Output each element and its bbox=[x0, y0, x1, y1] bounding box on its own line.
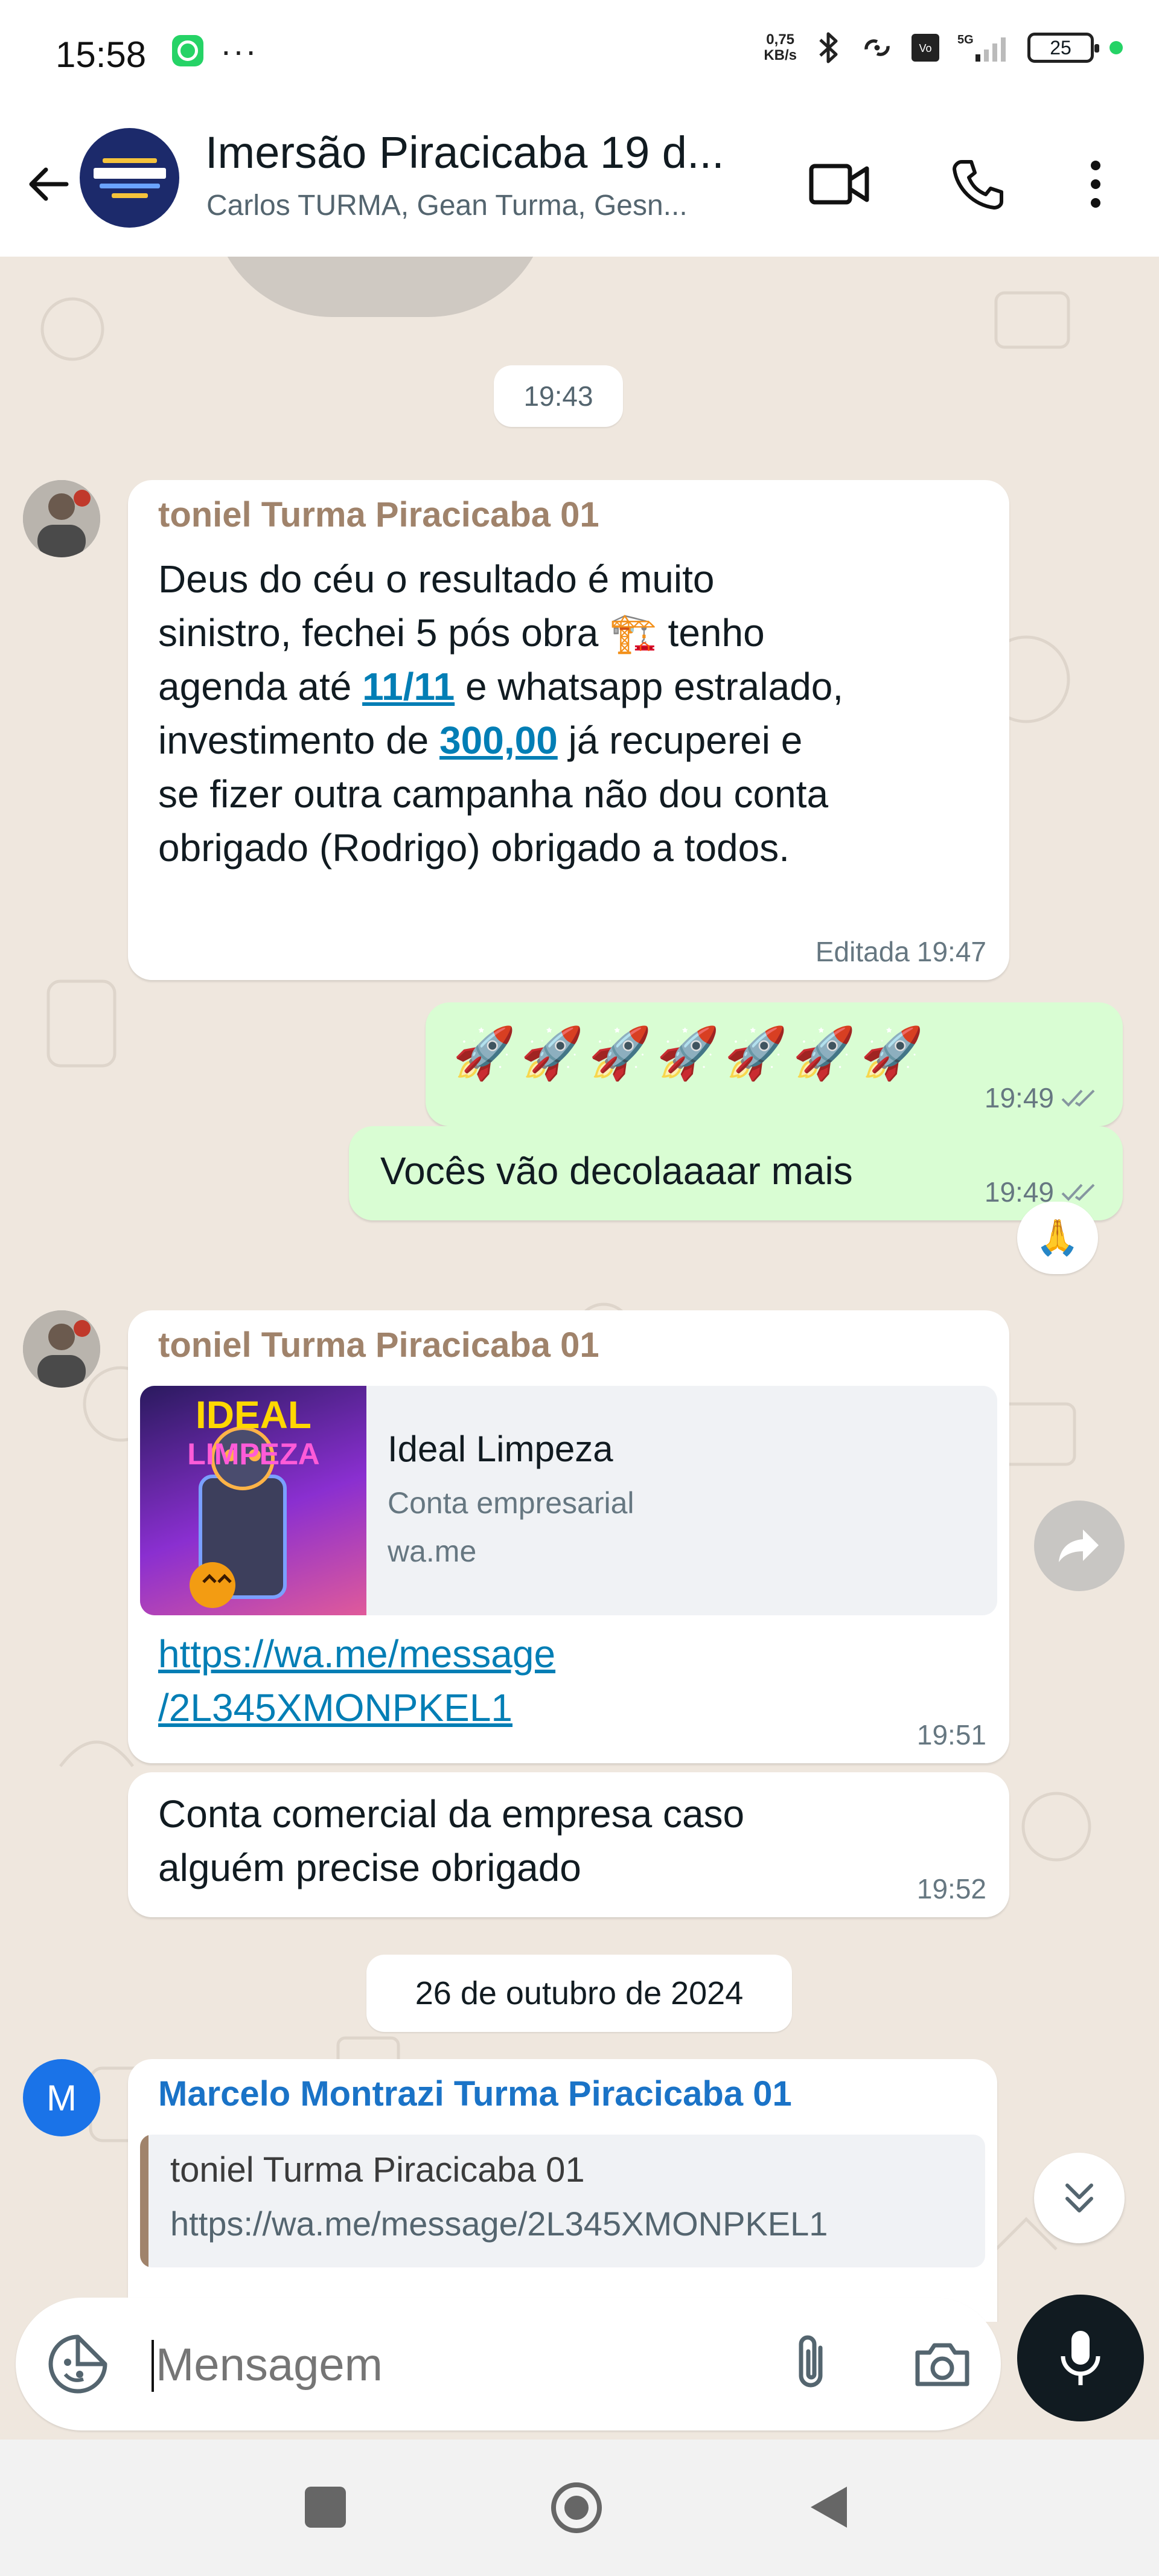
construction-emoji: 🏗️ bbox=[609, 611, 657, 655]
more-dots-icon: ··· bbox=[220, 31, 258, 69]
composer bbox=[0, 2270, 1159, 2440]
sticker-icon bbox=[48, 2334, 107, 2394]
preview-image-text-2: LIMPEZA bbox=[187, 1437, 319, 1471]
sticker-button[interactable] bbox=[45, 2331, 111, 2397]
message-bubble-decolar[interactable]: Vocês vão decolaaaar mais 19:49 bbox=[349, 1126, 1123, 1220]
network-type: 5G bbox=[957, 33, 974, 46]
message-bubble-link[interactable]: toniel Turma Piracicaba 01 IDEAL LIMPEZA… bbox=[128, 1310, 1009, 1763]
message-input[interactable] bbox=[155, 2331, 749, 2398]
battery-icon: 25 bbox=[1027, 33, 1099, 63]
message-time: 19:49 bbox=[984, 1082, 1054, 1113]
avatar-photo bbox=[23, 480, 100, 557]
video-call-icon bbox=[809, 164, 869, 205]
avatar-photo bbox=[23, 1310, 100, 1388]
link-preview-card[interactable]: IDEAL LIMPEZA Ideal Limpeza Conta empres… bbox=[140, 1386, 997, 1615]
read-ticks-icon bbox=[1061, 1089, 1095, 1107]
back-arrow-icon bbox=[29, 167, 69, 201]
group-members[interactable]: Carlos TURMA, Gean Turma, Gesn... bbox=[206, 189, 688, 222]
sender-avatar[interactable] bbox=[23, 1310, 100, 1388]
read-ticks-icon bbox=[1061, 1184, 1095, 1201]
message-time: 19:51 bbox=[916, 1719, 986, 1751]
message-meta: 19:51 bbox=[917, 1719, 986, 1751]
status-time: 15:58 bbox=[56, 34, 147, 75]
back-button[interactable] bbox=[18, 154, 78, 214]
message-input-container bbox=[16, 2298, 1001, 2430]
scroll-down-button[interactable] bbox=[1034, 2153, 1125, 2243]
camera-icon bbox=[915, 2343, 969, 2386]
signal-icon: 5G bbox=[957, 31, 1012, 64]
sender-name: toniel Turma Piracicaba 01 bbox=[158, 495, 599, 534]
network-speed: 0,75 KB/s bbox=[764, 31, 797, 63]
time-chip: 19:43 bbox=[494, 365, 623, 427]
voice-call-button[interactable] bbox=[942, 148, 1014, 220]
message-text: Deus do céu o resultado é muito sinistro… bbox=[158, 557, 844, 870]
status-bar: 15:58 ··· 0,75 KB/s Vo 5G 25 bbox=[0, 0, 1159, 112]
bluetooth-icon bbox=[813, 31, 845, 64]
preview-domain: wa.me bbox=[388, 1534, 477, 1568]
edited-label: Editada bbox=[815, 936, 910, 967]
video-call-button[interactable] bbox=[803, 148, 875, 220]
reaction-badge[interactable]: 🙏 bbox=[1017, 1202, 1098, 1274]
sender-avatar[interactable] bbox=[23, 480, 100, 557]
date-chip: 26 de outubro de 2024 bbox=[366, 1955, 792, 2032]
sender-name: toniel Turma Piracicaba 01 bbox=[158, 1325, 599, 1365]
forward-icon bbox=[1059, 1530, 1099, 1562]
sender-name: Marcelo Montrazi Turma Piracicaba 01 bbox=[158, 2074, 792, 2113]
preview-subtitle: Conta empresarial bbox=[388, 1486, 634, 1520]
rocket-emojis: 🚀🚀🚀🚀🚀🚀🚀 bbox=[453, 1025, 929, 1081]
phone-icon bbox=[953, 160, 1003, 210]
paperclip-icon bbox=[799, 2335, 823, 2388]
message-bubble-rockets[interactable]: 🚀🚀🚀🚀🚀🚀🚀 19:49 bbox=[426, 1002, 1123, 1126]
message-meta: 19:49 bbox=[985, 1081, 1100, 1114]
quoted-message[interactable]: toniel Turma Piracicaba 01 https://wa.me… bbox=[140, 2135, 985, 2267]
group-title[interactable]: Imersão Piracicaba 19 d... bbox=[205, 127, 724, 178]
message-meta: Editada 19:47 bbox=[816, 935, 986, 968]
forward-button[interactable] bbox=[1034, 1501, 1125, 1591]
camera-button[interactable] bbox=[909, 2331, 975, 2397]
whatsapp-icon bbox=[172, 35, 203, 66]
message-meta: 19:52 bbox=[917, 1873, 986, 1905]
volte-icon: Vo bbox=[909, 31, 942, 64]
voice-message-button[interactable] bbox=[1017, 2295, 1144, 2421]
preview-image-text-1: IDEAL bbox=[196, 1393, 311, 1437]
number-link[interactable]: 300,00 bbox=[439, 719, 558, 762]
quoted-sender: toniel Turma Piracicaba 01 bbox=[170, 2150, 585, 2190]
message-text: Vocês vão decolaaaar mais bbox=[380, 1149, 853, 1193]
chat-header: Imersão Piracicaba 19 d... Carlos TURMA,… bbox=[0, 112, 1159, 257]
recents-button[interactable] bbox=[305, 2487, 346, 2528]
group-avatar[interactable] bbox=[80, 128, 179, 228]
preview-title: Ideal Limpeza bbox=[388, 1429, 613, 1469]
sender-avatar[interactable]: M bbox=[23, 2059, 100, 2136]
back-triangle-icon bbox=[811, 2487, 847, 2528]
svg-text:Vo: Vo bbox=[919, 42, 931, 54]
message-time: 19:47 bbox=[916, 936, 986, 967]
text-caret bbox=[152, 2340, 154, 2392]
hotspot-icon bbox=[861, 31, 893, 64]
privacy-indicator bbox=[1110, 41, 1123, 54]
attach-button[interactable] bbox=[779, 2331, 846, 2397]
message-link[interactable]: https://wa.me/message /2L345XMONPKEL1 bbox=[158, 1627, 555, 1735]
microphone-icon bbox=[1061, 2331, 1100, 2385]
system-navigation-bar bbox=[0, 2440, 1159, 2576]
message-bubble-conta[interactable]: Conta comercial da empresa caso alguém p… bbox=[128, 1772, 1009, 1917]
home-icon bbox=[551, 2482, 602, 2533]
message-text: Conta comercial da empresa caso alguém p… bbox=[158, 1792, 745, 1889]
link-preview-image: IDEAL LIMPEZA bbox=[140, 1386, 366, 1615]
more-vert-icon bbox=[1091, 161, 1100, 208]
message-bubble-toniel-1[interactable]: toniel Turma Piracicaba 01 Deus do céu o… bbox=[128, 480, 1009, 980]
double-chevron-down-icon bbox=[1065, 2184, 1093, 2212]
menu-button[interactable] bbox=[1059, 148, 1132, 220]
chat-area[interactable]: 19:43 toniel Turma Piracicaba 01 Deus do… bbox=[0, 257, 1159, 2322]
message-time: 19:52 bbox=[916, 1873, 986, 1905]
date-link[interactable]: 11/11 bbox=[362, 665, 455, 708]
quoted-text: https://wa.me/message/2L345XMONPKEL1 bbox=[170, 2205, 828, 2243]
back-nav-button[interactable] bbox=[806, 2483, 854, 2531]
home-button[interactable] bbox=[549, 2481, 604, 2535]
